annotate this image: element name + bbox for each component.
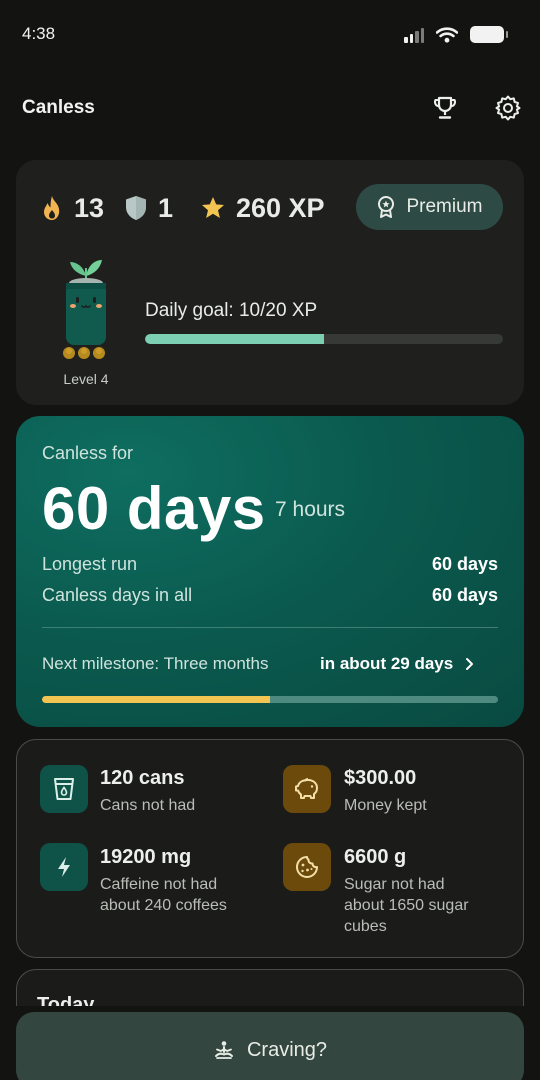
shield-icon bbox=[126, 196, 146, 220]
streak-days: 60 days bbox=[42, 475, 266, 542]
shield-value: 1 bbox=[158, 192, 174, 223]
caffeine-label: Caffeine not had bbox=[100, 876, 218, 893]
longest-run-label: Longest run bbox=[42, 554, 138, 574]
longest-run-value: 60 days bbox=[431, 554, 498, 574]
signal-icon bbox=[404, 27, 424, 43]
fire-streak-value: 13 bbox=[74, 192, 105, 223]
trophy-icon bbox=[434, 96, 456, 119]
settings-button[interactable] bbox=[492, 92, 524, 124]
daily-goal-progress-bar bbox=[145, 334, 503, 344]
bolt-icon bbox=[58, 857, 70, 877]
savings-card: 120 cans Cans not had $300.00 Money kept… bbox=[16, 739, 524, 958]
next-milestone-when: in about 29 days bbox=[320, 654, 454, 673]
fire-streak-stat: 13 bbox=[40, 190, 104, 226]
cans-label: Cans not had bbox=[100, 797, 196, 814]
total-days-value: 60 days bbox=[431, 585, 498, 605]
next-milestone-label: Next milestone: Three months bbox=[42, 654, 269, 673]
caffeine-tile bbox=[40, 843, 88, 891]
cookie-icon bbox=[296, 856, 318, 878]
cans-value: 120 cans bbox=[100, 767, 185, 789]
sugar-note-line-1: about 1650 sugar bbox=[344, 897, 469, 914]
caffeine-value: 19200 mg bbox=[100, 846, 192, 868]
streak-divider bbox=[42, 627, 498, 628]
money-label: Money kept bbox=[344, 797, 427, 814]
progress-card: 13 1 260 XP Premium Level 4 Daily goal: … bbox=[16, 160, 524, 405]
sugar-label: Sugar not had bbox=[344, 876, 445, 893]
star-icon bbox=[202, 197, 224, 218]
level-label: Level 4 bbox=[63, 371, 109, 387]
battery-icon bbox=[470, 26, 508, 43]
sugar-value: 6600 g bbox=[344, 846, 407, 868]
meditation-icon bbox=[214, 1041, 233, 1059]
daily-goal-label: Daily goal: 10/20 XP bbox=[145, 300, 318, 321]
craving-button[interactable]: Craving? bbox=[16, 1012, 524, 1080]
daily-goal-progress-fill bbox=[145, 334, 324, 344]
app-screen: 4:38 Canless 13 1 260 XP Premium Level 4… bbox=[0, 0, 540, 1080]
shield-stat: 1 bbox=[124, 190, 173, 226]
money-value: $300.00 bbox=[344, 767, 417, 789]
cans-tile bbox=[40, 765, 88, 813]
cup-icon bbox=[54, 778, 74, 800]
milestone-progress-fill bbox=[42, 696, 270, 703]
fire-icon bbox=[44, 196, 60, 220]
craving-button-label: Craving? bbox=[246, 1038, 328, 1061]
status-time: 4:38 bbox=[22, 24, 56, 43]
app-title: Canless bbox=[22, 97, 95, 118]
total-days-label: Canless days in all bbox=[42, 585, 193, 605]
xp-value: 260 XP bbox=[236, 192, 325, 223]
streak-card[interactable]: Canless for 60 days 7 hours Longest run … bbox=[16, 416, 524, 727]
money-tile bbox=[283, 765, 331, 813]
gear-icon bbox=[495, 95, 521, 121]
badge-icon bbox=[378, 196, 395, 218]
premium-button[interactable]: Premium bbox=[356, 184, 503, 230]
next-milestone-link[interactable]: in about 29 days bbox=[320, 654, 474, 674]
xp-stat: 260 XP bbox=[200, 190, 325, 226]
chevron-right-icon bbox=[466, 658, 474, 670]
mascot-can-illustration bbox=[63, 260, 106, 359]
piggy-bank-icon bbox=[295, 778, 318, 799]
status-bar: 4:38 bbox=[0, 0, 540, 70]
streak-hours: 7 hours bbox=[275, 498, 346, 521]
premium-label: Premium bbox=[406, 196, 483, 217]
wifi-icon bbox=[436, 26, 458, 43]
caffeine-note: about 240 coffees bbox=[100, 897, 227, 914]
milestone-progress-bar bbox=[42, 696, 498, 703]
sugar-tile bbox=[283, 843, 331, 891]
streak-label: Canless for bbox=[42, 443, 134, 463]
sugar-note-line-2: cubes bbox=[344, 918, 387, 935]
status-icons bbox=[404, 26, 508, 43]
trophy-button[interactable] bbox=[429, 92, 461, 124]
